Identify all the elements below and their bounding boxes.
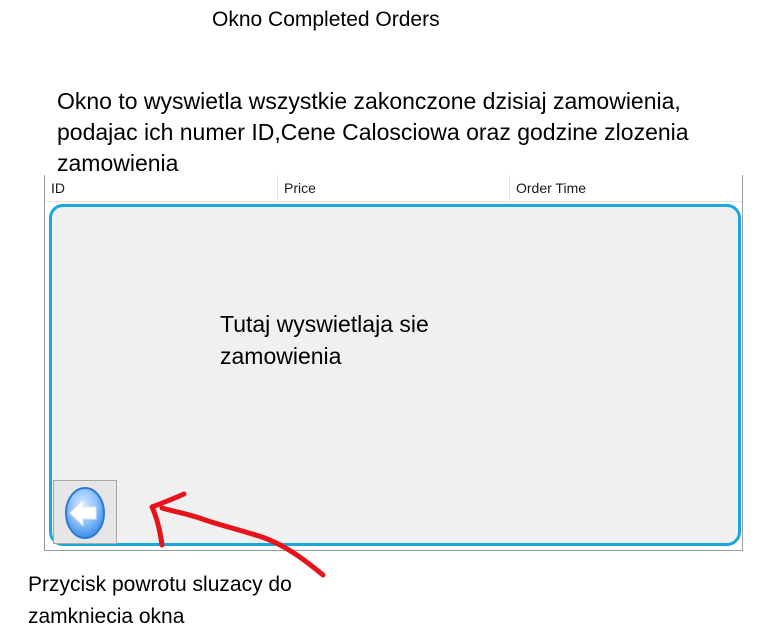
page: Okno Completed Orders Okno to wyswietla … <box>0 0 780 639</box>
red-arrow-annotation <box>149 491 326 578</box>
back-button-note: Przycisk powrotu sluzacy do zamkniecia o… <box>28 573 292 628</box>
